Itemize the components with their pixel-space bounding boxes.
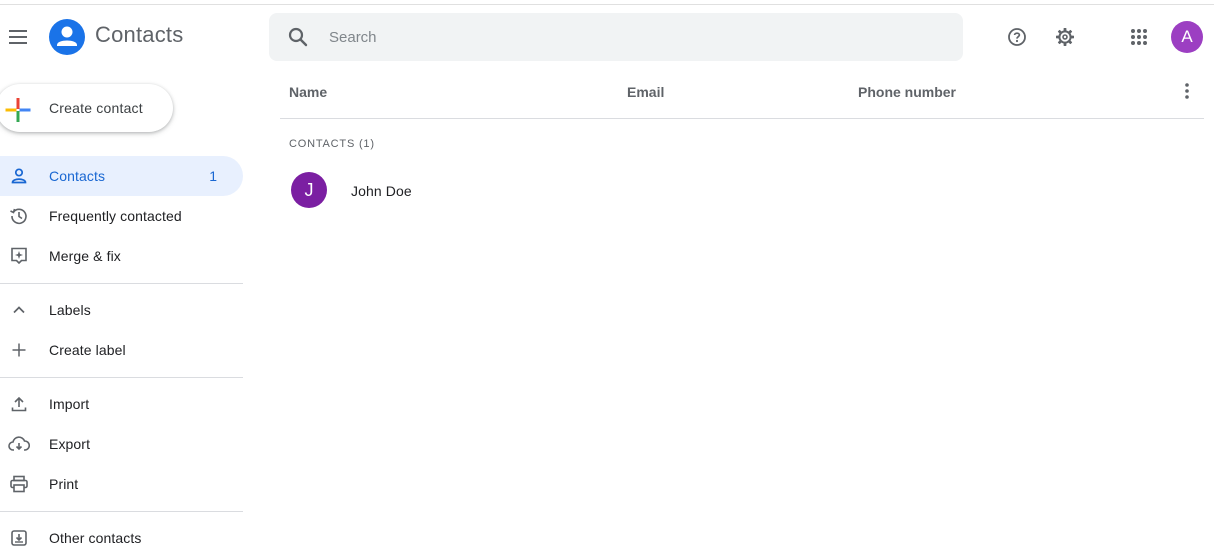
contact-name: John Doe xyxy=(351,183,412,199)
sidebar-item-label: Frequently contacted xyxy=(49,208,182,224)
sidebar-item-label: Import xyxy=(49,396,90,412)
gear-icon xyxy=(1055,27,1075,47)
account-avatar[interactable]: A xyxy=(1171,21,1203,53)
help-icon xyxy=(1007,27,1027,47)
sidebar-item-contacts[interactable]: Contacts 1 xyxy=(0,156,243,196)
contacts-count: 1 xyxy=(209,168,217,184)
sidebar-item-label: Merge & fix xyxy=(49,248,121,264)
list-options-button[interactable] xyxy=(1172,76,1202,106)
plus-icon xyxy=(4,96,31,122)
sidebar-item-frequently-contacted[interactable]: Frequently contacted xyxy=(0,196,243,236)
merge-fix-icon xyxy=(7,244,31,268)
more-vert-icon xyxy=(1184,82,1190,100)
history-icon xyxy=(7,204,31,228)
sidebar-item-print[interactable]: Print xyxy=(0,464,243,504)
sidebar-item-label: Print xyxy=(49,476,79,492)
labels-section-toggle[interactable]: Labels xyxy=(0,290,243,330)
top-border xyxy=(0,0,1214,5)
create-contact-button[interactable]: Create contact xyxy=(0,84,173,132)
plus-icon xyxy=(7,338,31,362)
sidebar-divider xyxy=(0,511,243,512)
contacts-logo-icon[interactable] xyxy=(49,19,85,55)
menu-icon xyxy=(9,30,29,44)
sidebar-item-import[interactable]: Import xyxy=(0,384,243,424)
apps-grid-icon xyxy=(1130,28,1148,46)
chevron-up-icon xyxy=(7,298,31,322)
sidebar-item-label: Export xyxy=(49,436,91,452)
sidebar-item-merge-fix[interactable]: Merge & fix xyxy=(0,236,243,276)
archive-icon xyxy=(7,526,31,550)
cloud-download-icon xyxy=(7,432,31,456)
table-row[interactable]: J John Doe xyxy=(280,168,1204,212)
sidebar-item-other-contacts[interactable]: Other contacts xyxy=(0,518,243,555)
create-contact-label: Create contact xyxy=(49,100,143,116)
main-menu-button[interactable] xyxy=(2,18,36,56)
create-label-text: Create label xyxy=(49,342,126,358)
search-input[interactable] xyxy=(329,13,949,61)
column-header-phone[interactable]: Phone number xyxy=(858,84,956,100)
upload-icon xyxy=(7,392,31,416)
person-icon xyxy=(7,164,31,188)
search-icon[interactable] xyxy=(286,25,310,49)
labels-heading: Labels xyxy=(49,302,91,318)
sidebar-item-label: Contacts xyxy=(49,168,106,184)
search-bar[interactable] xyxy=(269,13,963,61)
sidebar-divider xyxy=(0,283,243,284)
app-title: Contacts xyxy=(95,22,184,47)
column-header-name[interactable]: Name xyxy=(289,84,327,100)
sidebar-item-export[interactable]: Export xyxy=(0,424,243,464)
sidebar-divider xyxy=(0,377,243,378)
create-label-button[interactable]: Create label xyxy=(0,330,243,370)
printer-icon xyxy=(7,472,31,496)
help-button[interactable] xyxy=(1001,21,1033,53)
header-divider xyxy=(280,118,1204,119)
column-header-email[interactable]: Email xyxy=(627,84,664,100)
settings-button[interactable] xyxy=(1049,21,1081,53)
sidebar-item-label: Other contacts xyxy=(49,530,142,546)
avatar: J xyxy=(291,172,327,208)
apps-button[interactable] xyxy=(1123,21,1155,53)
contacts-section-label: CONTACTS (1) xyxy=(289,138,375,150)
